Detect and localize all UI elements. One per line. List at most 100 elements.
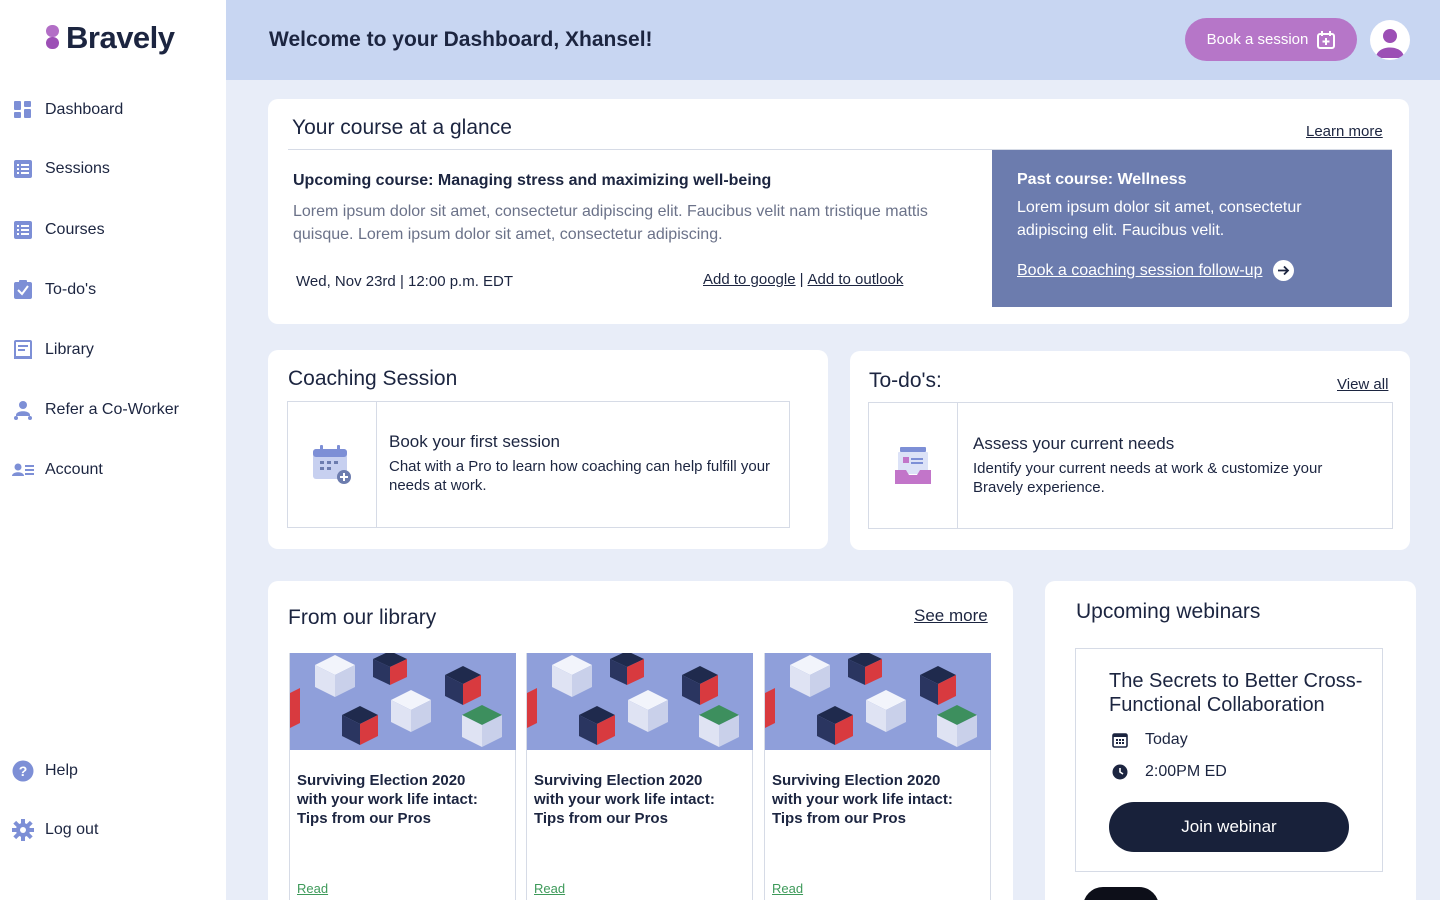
sessions-icon — [12, 158, 34, 180]
todos-card: To-do's: View all Assess your current ne… — [850, 351, 1410, 550]
course-glance-card: Your course at a glance Learn more Upcom… — [268, 99, 1409, 324]
next-webinar-button-partial[interactable] — [1083, 887, 1159, 900]
library-card: From our library See more Surviving Elec… — [268, 581, 1013, 900]
sidebar-item-label: Sessions — [45, 160, 110, 177]
book-session-label: Book a session — [1206, 31, 1309, 48]
icon-cell — [288, 402, 377, 527]
article-title: Surviving Election 2020 with your work l… — [297, 772, 478, 827]
book-first-session-title: Book your first session — [389, 432, 561, 451]
article-thumbnail — [765, 653, 991, 750]
clock-icon — [1111, 764, 1128, 781]
sidebar-item-label: Courses — [45, 221, 105, 238]
past-course-panel: Past course: Wellness Lorem ipsum dolor … — [992, 150, 1392, 307]
calendar-links: Add to google | Add to outlook — [703, 271, 903, 288]
webinars-title: Upcoming webinars — [1076, 600, 1261, 623]
library-article-card[interactable]: Surviving Election 2020 with your work l… — [764, 653, 991, 900]
webinar-day: Today — [1145, 731, 1188, 748]
bravely-logo[interactable]: Bravely — [46, 20, 175, 56]
election-illustration-icon — [527, 653, 753, 750]
webinar-title: The Secrets to Better Cross-Functional C… — [1109, 670, 1363, 716]
sidebar-item-dashboard[interactable]: Dashboard — [12, 96, 123, 124]
add-to-outlook-link[interactable]: Add to outlook — [807, 271, 903, 288]
book-first-session-item[interactable]: Book your first session Chat with a Pro … — [287, 401, 790, 528]
read-link[interactable]: Read — [297, 881, 328, 896]
assess-needs-item[interactable]: Assess your current needs Identify your … — [868, 402, 1393, 529]
sidebar-item-todos[interactable]: To-do's — [12, 276, 96, 304]
sidebar-item-label: Refer a Co-Worker — [45, 401, 179, 418]
sidebar-item-account[interactable]: Account — [12, 456, 103, 484]
upcoming-course-description: Lorem ipsum dolor sit amet, consectetur … — [293, 203, 928, 243]
webinar-item: The Secrets to Better Cross-Functional C… — [1075, 648, 1383, 872]
read-link[interactable]: Read — [772, 881, 803, 896]
sidebar: Bravely Dashboard Sessions Courses To-do… — [0, 0, 226, 900]
webinar-time-row: 2:00PM ED — [1111, 763, 1227, 781]
svg-text:?: ? — [19, 763, 28, 779]
webinars-card: Upcoming webinars The Secrets to Better … — [1045, 581, 1416, 900]
add-to-google-link[interactable]: Add to google — [703, 271, 796, 288]
upcoming-course-title: Upcoming course: Managing stress and max… — [293, 172, 772, 189]
webinar-time: 2:00PM ED — [1145, 763, 1227, 780]
page-title: Welcome to your Dashboard, Xhansel! — [269, 28, 653, 51]
sidebar-item-library[interactable]: Library — [12, 336, 94, 364]
link-separator: | — [799, 271, 804, 288]
calendar-icon — [1111, 732, 1128, 749]
article-title: Surviving Election 2020 with your work l… — [772, 772, 953, 827]
dashboard-icon — [12, 99, 34, 121]
election-illustration-icon — [290, 653, 516, 750]
inbox-profile-icon — [895, 446, 931, 484]
view-all-link[interactable]: View all — [1337, 376, 1388, 393]
book-follow-up-link[interactable]: Book a coaching session follow-up — [1017, 260, 1295, 281]
assess-needs-title: Assess your current needs — [973, 434, 1175, 453]
sidebar-item-logout[interactable]: Log out — [12, 816, 98, 844]
join-webinar-button[interactable]: Join webinar — [1109, 802, 1349, 852]
glance-title: Your course at a glance — [292, 116, 512, 139]
calendar-add-icon — [313, 444, 351, 484]
article-title: Surviving Election 2020 with your work l… — [534, 772, 715, 827]
gear-icon — [12, 819, 34, 841]
calendar-plus-icon — [1317, 30, 1336, 49]
sidebar-item-label: Account — [45, 461, 103, 478]
help-icon: ? — [12, 760, 34, 782]
icon-cell — [869, 403, 958, 528]
logo-mark-icon — [46, 25, 60, 51]
see-more-link[interactable]: See more — [914, 606, 988, 626]
book-first-session-description: Chat with a Pro to learn how coaching ca… — [389, 458, 771, 494]
courses-icon — [12, 219, 34, 241]
election-illustration-icon — [765, 653, 991, 750]
sidebar-item-label: Help — [45, 762, 78, 779]
avatar[interactable] — [1370, 20, 1410, 60]
sidebar-item-label: To-do's — [45, 281, 97, 298]
refer-icon — [12, 399, 34, 421]
article-thumbnail — [527, 653, 753, 750]
sidebar-item-sessions[interactable]: Sessions — [12, 155, 110, 183]
past-course-description: Lorem ipsum dolor sit amet, consectetur … — [1017, 199, 1302, 239]
logo-text: Bravely — [66, 20, 175, 55]
article-thumbnail — [290, 653, 516, 750]
coaching-title: Coaching Session — [288, 367, 458, 390]
learn-more-link[interactable]: Learn more — [1306, 123, 1383, 140]
sidebar-item-label: Library — [45, 341, 94, 358]
todos-title: To-do's: — [869, 369, 942, 392]
library-title: From our library — [288, 606, 437, 629]
book-follow-up-label: Book a coaching session follow-up — [1017, 261, 1263, 279]
read-link[interactable]: Read — [534, 881, 565, 896]
library-article-card[interactable]: Surviving Election 2020 with your work l… — [526, 653, 753, 900]
sidebar-item-courses[interactable]: Courses — [12, 216, 105, 244]
assess-needs-description: Identify your current needs at work & cu… — [973, 460, 1323, 496]
coaching-session-card: Coaching Session Book your first session… — [268, 350, 828, 549]
todo-check-icon — [12, 279, 34, 301]
sidebar-item-refer[interactable]: Refer a Co-Worker — [12, 396, 179, 424]
upcoming-course-date: Wed, Nov 23rd | 12:00 p.m. EDT — [296, 273, 514, 290]
sidebar-item-label: Dashboard — [45, 101, 124, 118]
library-icon — [12, 339, 34, 361]
account-icon — [12, 459, 34, 481]
webinar-day-row: Today — [1111, 731, 1188, 749]
user-avatar-icon — [1376, 29, 1404, 58]
book-session-button[interactable]: Book a session — [1185, 18, 1357, 61]
past-course-title: Past course: Wellness — [1017, 171, 1187, 188]
sidebar-item-label: Log out — [45, 821, 99, 838]
arrow-right-icon — [1273, 260, 1295, 281]
library-article-card[interactable]: Surviving Election 2020 with your work l… — [289, 653, 516, 900]
top-header: Welcome to your Dashboard, Xhansel! Book… — [226, 0, 1440, 80]
sidebar-item-help[interactable]: ? Help — [12, 757, 78, 785]
